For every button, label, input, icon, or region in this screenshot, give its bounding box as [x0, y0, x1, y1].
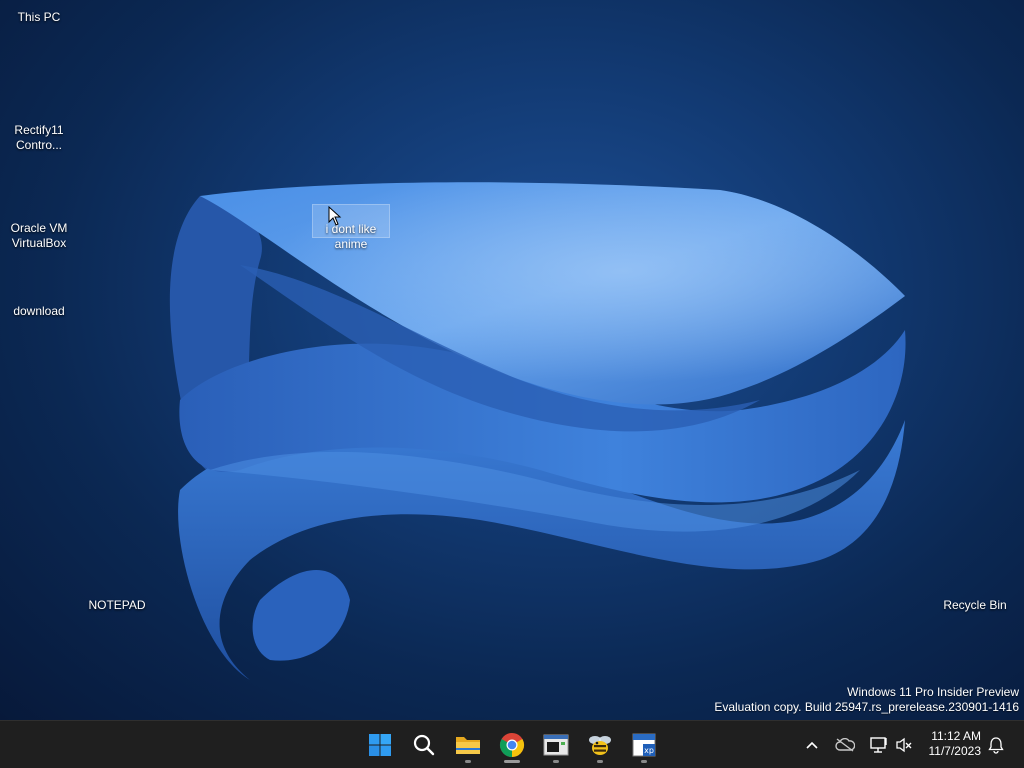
desktop-icon-notepad[interactable]: NOTEPAD [79, 598, 155, 613]
taskbar-app-chrome[interactable] [492, 725, 532, 765]
desktop-icon-download[interactable]: download [1, 304, 77, 319]
desktop-icon-label: Oracle VM VirtualBox [10, 221, 68, 250]
onedrive-tray-button[interactable] [832, 725, 858, 765]
running-indicator [504, 760, 520, 763]
desktop[interactable]: This PC Rectify11 Contro... Oracle VM Vi… [0, 0, 1024, 720]
cloud-offline-icon [835, 738, 855, 752]
quick-settings-button[interactable] [864, 725, 918, 765]
desktop-icon-this-pc[interactable]: This PC [1, 10, 77, 25]
search-icon [413, 734, 435, 756]
mouse-cursor-icon [328, 206, 342, 226]
desktop-icon-label: NOTEPAD [88, 598, 146, 612]
desktop-icon-label: Rectify11 Contro... [14, 123, 64, 152]
taskbar-app-xp-tool[interactable]: xp [624, 725, 664, 765]
running-indicator [553, 760, 559, 763]
watermark-build: Evaluation copy. Build 25947.rs_prerelea… [714, 700, 1019, 714]
svg-text:xp: xp [644, 746, 654, 755]
running-indicator [465, 760, 471, 763]
notifications-button[interactable] [984, 725, 1008, 765]
watermark-edition: Windows 11 Pro Insider Preview [847, 685, 1019, 699]
show-hidden-icons-button[interactable] [800, 725, 824, 765]
taskbar: xp 11:12 AM 11/7/2023 [0, 720, 1024, 768]
bell-icon [988, 737, 1004, 754]
terminal-window-icon [543, 734, 569, 756]
chevron-up-icon [806, 741, 818, 749]
taskbar-app-file-explorer[interactable] [448, 725, 488, 765]
desktop-icon-label: This PC [17, 10, 61, 24]
desktop-icon-recycle-bin[interactable]: Recycle Bin [937, 598, 1013, 613]
insider-watermark: Windows 11 Pro Insider Preview Evaluatio… [714, 685, 1019, 715]
search-button[interactable] [404, 725, 444, 765]
start-button[interactable] [360, 725, 400, 765]
taskbar-app-bee[interactable] [580, 725, 620, 765]
running-indicator [641, 760, 647, 763]
desktop-icon-rectify11[interactable]: Rectify11 Contro... [1, 108, 77, 168]
windows-logo-icon [369, 734, 391, 756]
clock-date: 11/7/2023 [928, 744, 982, 758]
desktop-icon-selected-file[interactable]: i dont like anime [312, 204, 390, 251]
desktop-icon-virtualbox[interactable]: Oracle VM VirtualBox [1, 206, 77, 266]
clock-button[interactable]: 11:12 AM 11/7/2023 [929, 729, 982, 759]
folder-icon [456, 737, 480, 754]
xp-tool-icon: xp [632, 733, 656, 757]
running-indicator [597, 760, 603, 763]
desktop-icon-label: download [13, 304, 65, 318]
clock-time: 11:12 AM [931, 729, 981, 743]
network-icon [870, 737, 887, 753]
bee-icon [589, 736, 611, 755]
chrome-icon [499, 733, 525, 757]
volume-muted-icon [896, 737, 912, 753]
desktop-icon-label: Recycle Bin [943, 598, 1007, 612]
taskbar-app-console[interactable] [536, 725, 576, 765]
